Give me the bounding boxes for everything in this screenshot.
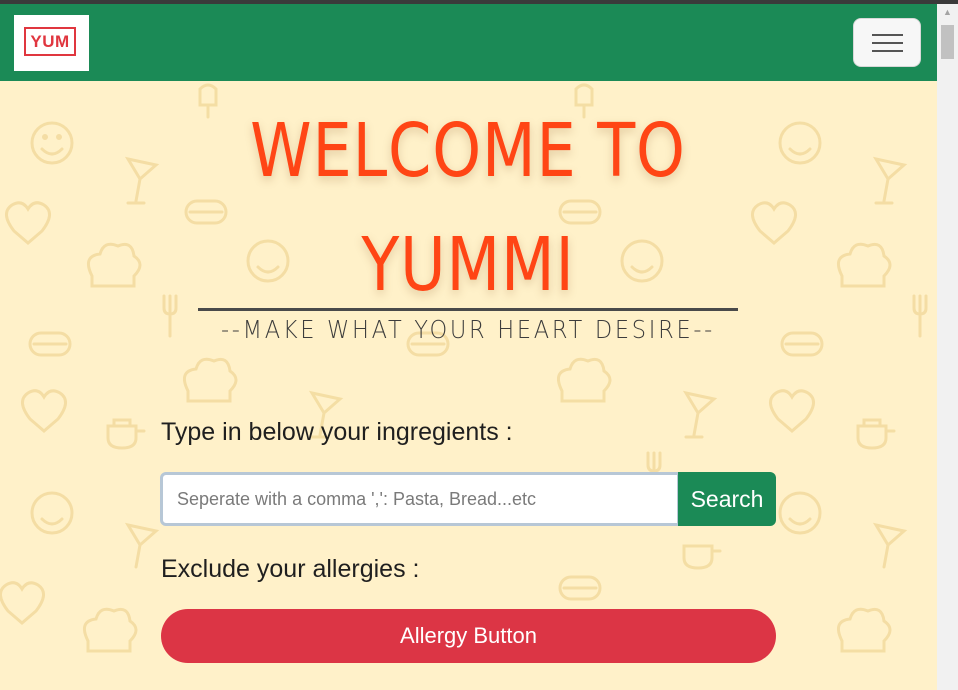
chef-hat-icon [836,607,892,653]
chef-hat-icon [82,607,138,653]
cocktail-icon [872,522,908,569]
logo[interactable]: YUM [14,15,89,71]
fork-icon [912,294,928,338]
hotdog-icon [28,331,72,357]
scrollbar-thumb[interactable] [941,25,954,59]
hotdog-icon [184,199,228,225]
teapot-icon [682,544,722,570]
heart-icon [21,389,67,433]
cocktail-icon [682,390,718,439]
cocktail-icon [124,156,160,205]
hotdog-icon [558,199,602,225]
ingredients-input[interactable] [160,472,680,526]
ice-cream-icon [198,83,218,119]
smiley-icon [30,121,74,165]
search-form: Search [160,472,776,526]
teapot-icon [106,418,146,450]
allergies-label: Exclude your allergies : [161,555,420,583]
chef-hat-icon [836,242,892,288]
heart-icon [5,201,51,245]
chef-hat-icon [182,357,238,403]
allergy-button[interactable]: Allergy Button [161,609,776,663]
title-divider [198,308,738,311]
top-navbar: YUM [0,4,937,81]
smiley-icon [778,121,822,165]
heart-icon [0,581,45,625]
hotdog-icon [780,331,824,357]
vertical-scrollbar[interactable]: ▲ [937,4,958,690]
hero-title-line1: WELCOME TO [250,108,686,194]
hotdog-icon [558,575,602,601]
ingredients-label: Type in below your ingregients : [161,418,513,446]
heart-icon [751,201,797,245]
smiley-icon [30,491,74,535]
hero-title-line2: YUMMI [361,222,575,308]
hamburger-icon [872,34,903,36]
menu-toggle-button[interactable] [853,18,921,67]
chef-hat-icon [86,242,142,288]
logo-text: YUM [24,27,76,56]
smiley-icon [778,491,822,535]
scroll-up-arrow-icon[interactable]: ▲ [937,4,958,21]
page-viewport: YUM WELCOME TO YUMMI --MAKE WHAT YOUR HE… [0,4,937,690]
search-button[interactable]: Search [678,472,776,526]
teapot-icon [856,418,896,450]
chef-hat-icon [556,357,612,403]
cocktail-icon [872,156,908,205]
heart-icon [769,389,815,433]
hero-subtitle: --MAKE WHAT YOUR HEART DESIRE-- [220,315,716,344]
cocktail-icon [124,522,160,569]
